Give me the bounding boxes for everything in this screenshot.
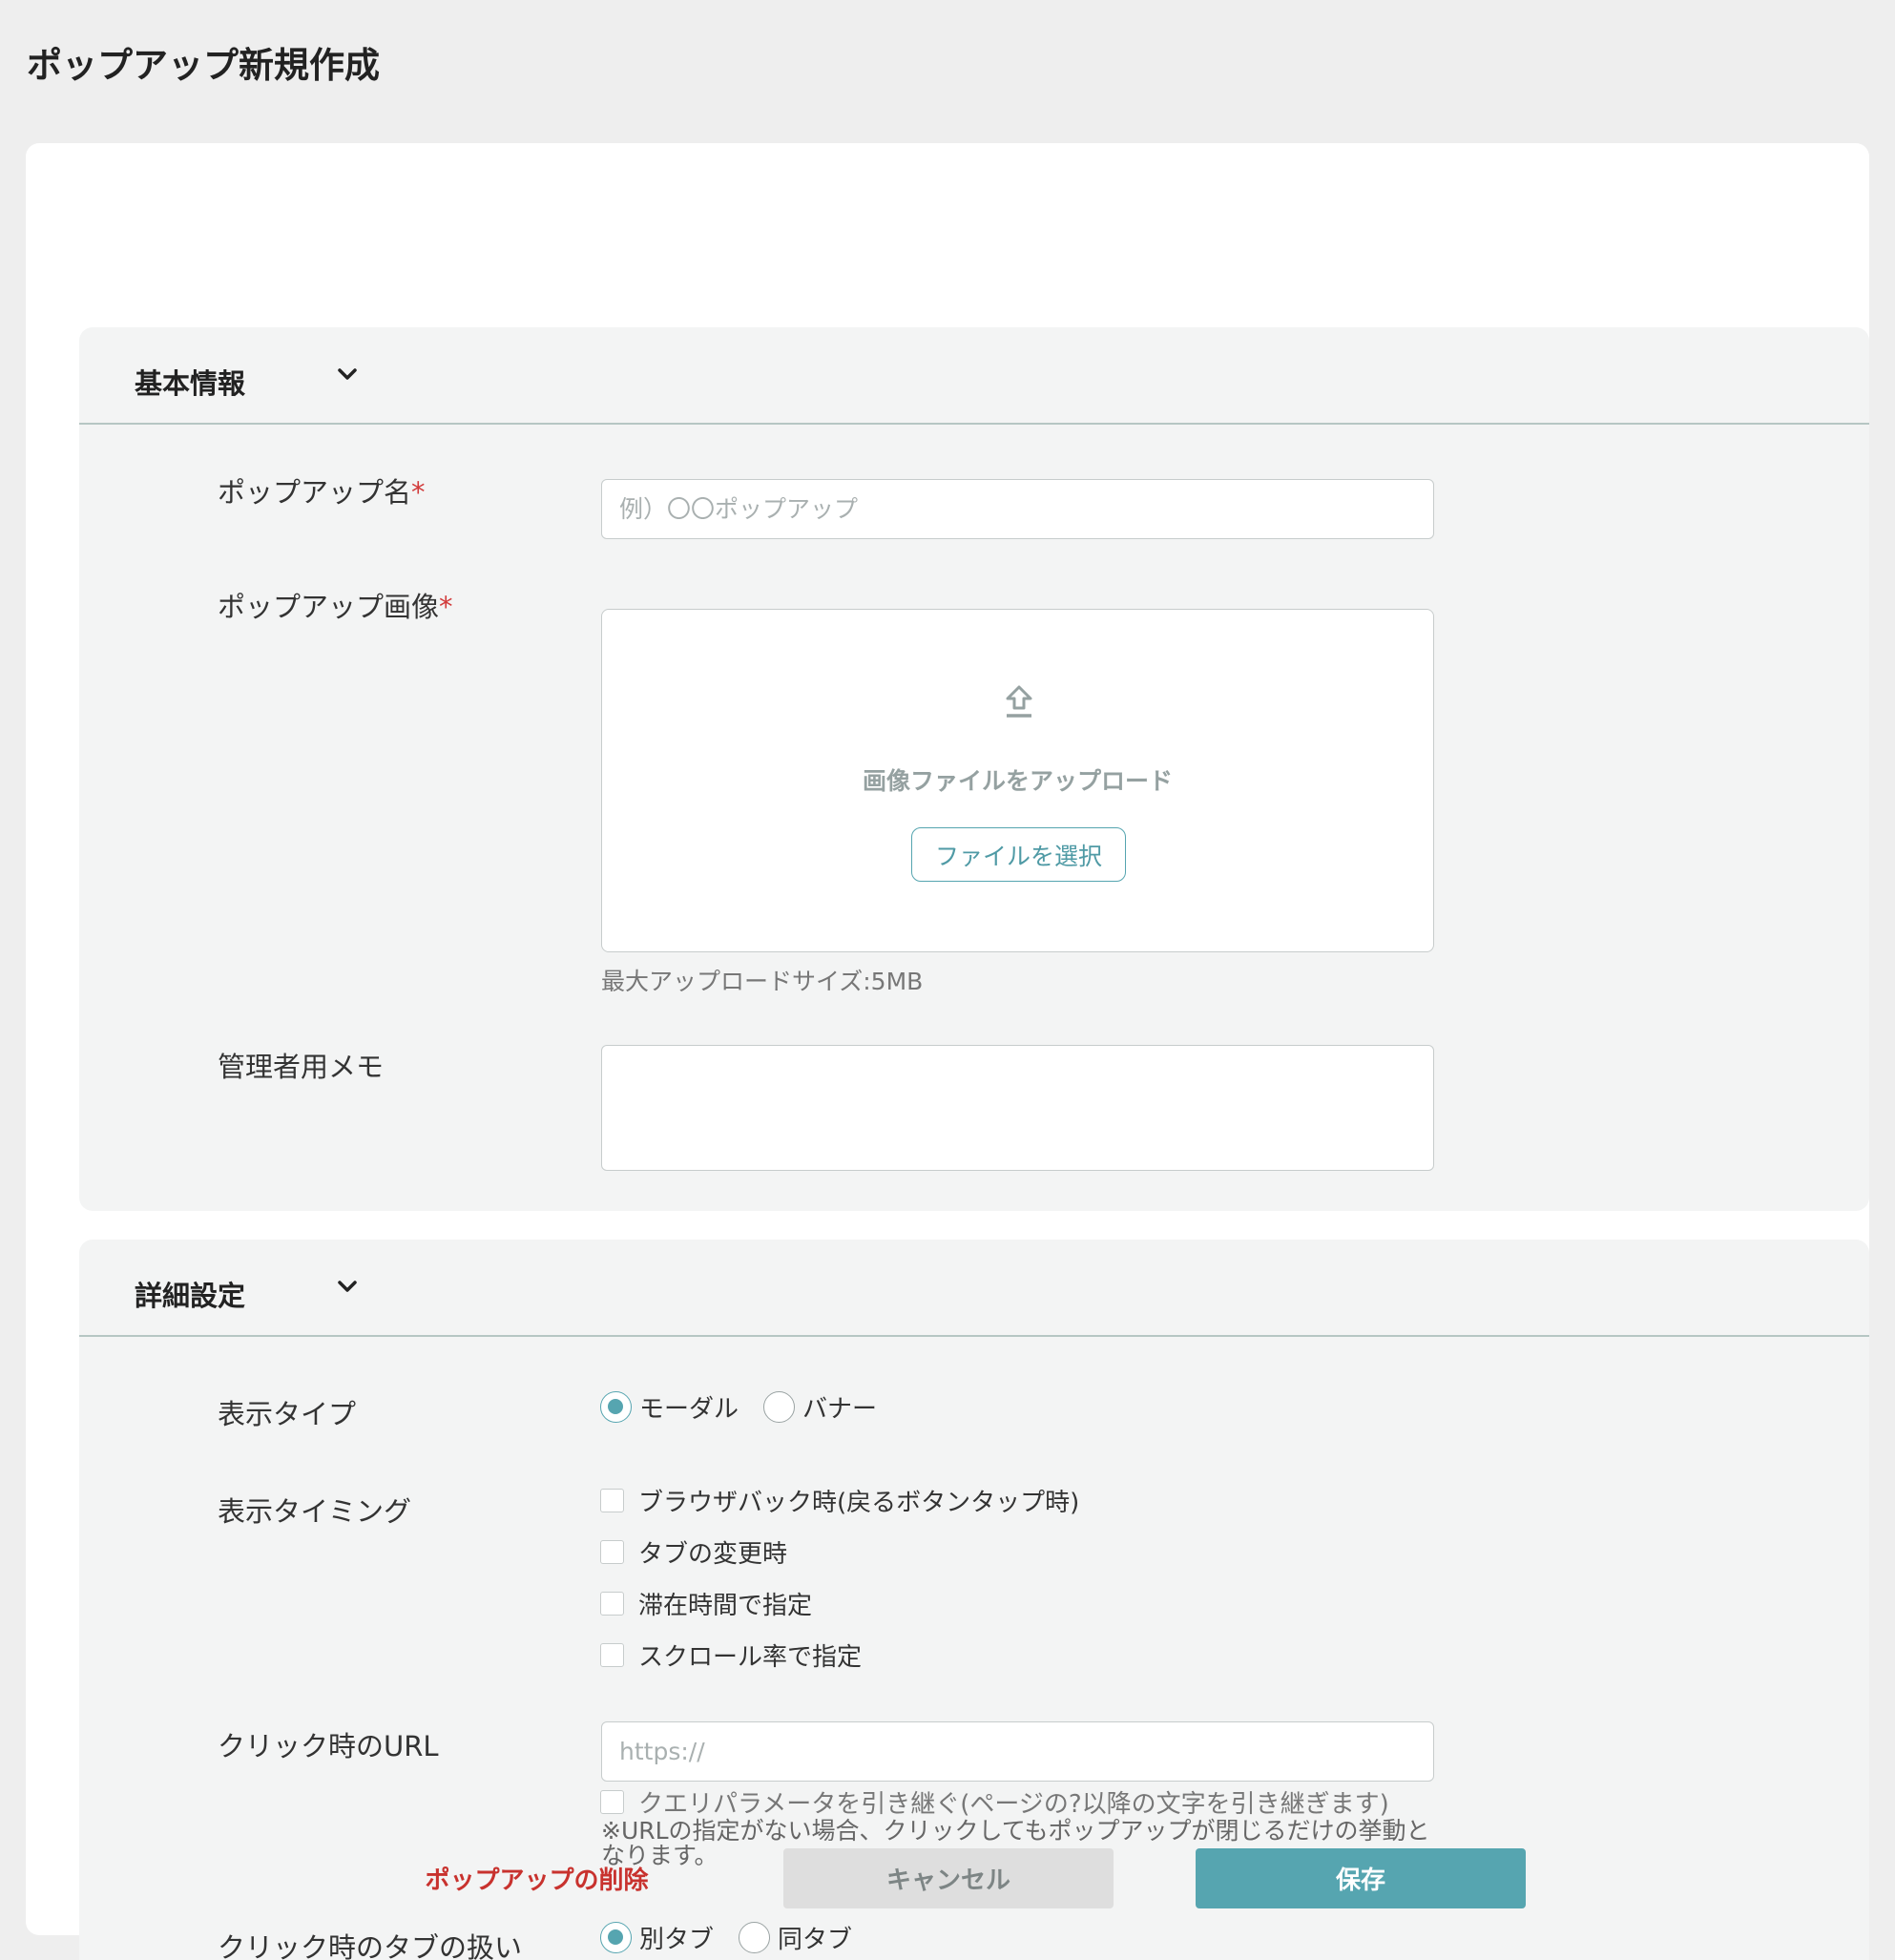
checkbox-label: タブの変更時 [638,1540,788,1569]
checkbox[interactable] [600,1540,624,1564]
display-type-label: 表示タイプ [218,1398,357,1430]
popup-name-label: ポップアップ名* [218,476,426,509]
checkbox[interactable] [600,1643,624,1667]
detail-settings-title: 詳細設定 [135,1280,246,1312]
checkbox[interactable] [600,1592,624,1616]
query-param-option[interactable]: クエリパラメータを引き継ぐ(ページの?以降の文字を引き継ぎます) [600,1784,1389,1820]
tab-same-option[interactable]: 同タブ [739,1920,852,1955]
upload-icon [1006,685,1032,718]
basic-info-title: 基本情報 [135,367,246,400]
radio-label: 別タブ [639,1926,715,1954]
radio-same-tab[interactable] [739,1922,771,1953]
checkbox-label: ブラウザバック時(戻るボタンタップ時) [638,1489,1080,1517]
radio-label: モーダル [639,1395,739,1424]
display-type-radio-group: モーダル バナー [600,1389,902,1425]
admin-memo-label: 管理者用メモ [218,1051,385,1083]
click-tab-radio-group: 別タブ 同タブ [600,1920,877,1955]
select-file-button[interactable]: ファイルを選択 [911,827,1126,882]
click-tab-label: クリック時のタブの扱い [218,1931,523,1960]
required-mark: * [439,591,453,623]
checkbox-label: スクロール率で指定 [638,1643,863,1672]
page-title: ポップアップ新規作成 [27,45,380,86]
checkbox[interactable] [600,1489,624,1512]
detail-settings-header[interactable]: 詳細設定 [79,1240,1869,1337]
chevron-down-icon[interactable] [333,360,362,388]
checkbox-label: 滞在時間で指定 [638,1592,813,1620]
image-upload-dropzone[interactable]: 画像ファイルをアップロード ファイルを選択 [601,609,1434,952]
basic-info-header[interactable]: 基本情報 [79,327,1869,425]
delete-popup-button[interactable]: ポップアップの削除 [401,1848,673,1908]
timing-option-scroll-rate[interactable]: スクロール率で指定 [600,1637,862,1673]
tab-new-option[interactable]: 別タブ [600,1920,714,1955]
required-mark: * [411,476,426,509]
display-type-banner-option[interactable]: バナー [763,1389,877,1425]
form-card: 基本情報 ポップアップ名* ポップアップ画像* 画像ファイルをアップロード ファ… [26,143,1869,1960]
basic-info-section: 基本情報 ポップアップ名* ポップアップ画像* 画像ファイルをアップロード ファ… [79,327,1869,1211]
checkbox[interactable] [600,1790,624,1814]
popup-name-input[interactable] [601,479,1434,539]
display-timing-label: 表示タイミング [218,1495,412,1528]
display-type-modal-option[interactable]: モーダル [600,1389,739,1425]
popup-image-label: ポップアップ画像* [218,591,453,623]
timing-option-browser-back[interactable]: ブラウザバック時(戻るボタンタップ時) [600,1483,1079,1518]
cancel-button[interactable]: キャンセル [783,1848,1114,1908]
radio-label: バナー [802,1395,878,1424]
admin-memo-textarea[interactable] [601,1045,1434,1171]
timing-option-tab-change[interactable]: タブの変更時 [600,1534,787,1570]
timing-option-stay-time[interactable]: 滞在時間で指定 [600,1586,812,1621]
checkbox-label: クエリパラメータを引き継ぐ(ページの?以降の文字を引き継ぎます) [638,1790,1389,1819]
click-url-input[interactable] [601,1721,1434,1782]
upload-instruction: 画像ファイルをアップロード [862,767,1173,795]
radio-banner[interactable] [763,1391,796,1423]
radio-modal[interactable] [600,1391,632,1423]
click-url-label: クリック時のURL [218,1730,439,1762]
radio-new-tab[interactable] [600,1922,632,1953]
radio-label: 同タブ [778,1926,853,1954]
max-upload-size-hint: 最大アップロードサイズ:5MB [601,968,924,995]
save-button[interactable]: 保存 [1196,1848,1526,1908]
chevron-down-icon[interactable] [333,1272,362,1301]
